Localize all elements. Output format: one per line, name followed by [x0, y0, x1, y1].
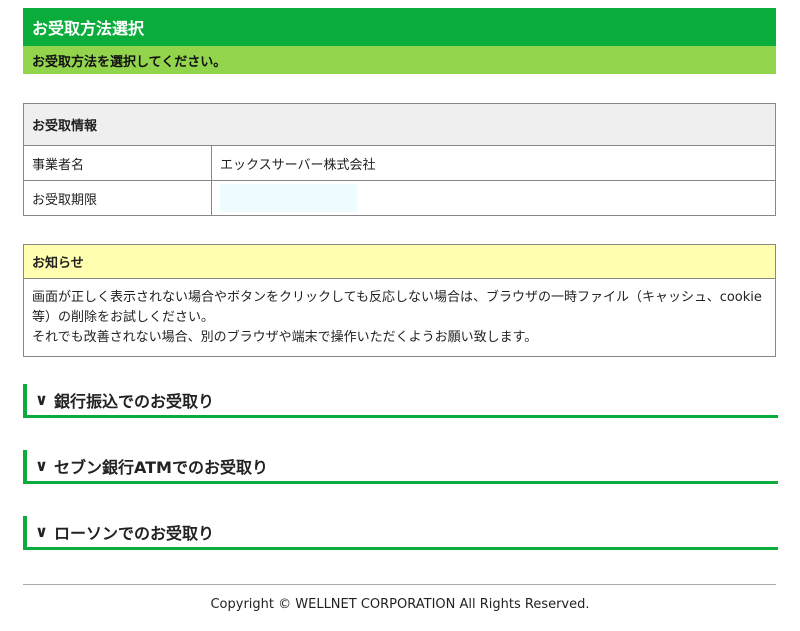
- receipt-info-heading: お受取情報: [23, 103, 776, 146]
- chevron-down-icon: ∨: [35, 456, 48, 475]
- notice-body: 画面が正しく表示されない場合やボタンをクリックしても反応しない場合は、ブラウザの…: [24, 279, 775, 356]
- page-container: お受取方法選択 お受取方法を選択してください。 お受取情報 事業者名 エックスサ…: [23, 8, 778, 550]
- seven-bank-atm-accordion[interactable]: ∨ セブン銀行ATMでのお受取り: [23, 450, 778, 484]
- notice-text-2: それでも改善されない場合、別のブラウザや端末で操作いただくようお願い致します。: [32, 330, 538, 345]
- receipt-info-table: お受取情報 事業者名 エックスサーバー株式会社 お受取期限: [23, 103, 776, 216]
- table-row: 事業者名 エックスサーバー株式会社: [23, 145, 776, 181]
- deadline-cell: [211, 180, 776, 216]
- bank-transfer-label: 銀行振込でのお受取り: [54, 391, 215, 411]
- chevron-down-icon: ∨: [35, 522, 48, 541]
- notice-heading: お知らせ: [24, 245, 775, 279]
- table-row: お受取期限: [23, 180, 776, 216]
- footer-copyright: Copyright © WELLNET CORPORATION All Righ…: [210, 597, 590, 612]
- business-name-label: 事業者名: [23, 145, 212, 181]
- seven-bank-atm-label: セブン銀行ATMでのお受取り: [54, 457, 268, 477]
- page-title: お受取方法選択: [23, 8, 776, 46]
- notice-text-1: 画面が正しく表示されない場合やボタンをクリックしても反応しない場合は、ブラウザの…: [32, 290, 762, 325]
- lawson-label: ローソンでのお受取り: [54, 523, 215, 543]
- deadline-value: [220, 184, 357, 212]
- notice-panel: お知らせ 画面が正しく表示されない場合やボタンをクリックしても反応しない場合は、…: [23, 244, 776, 357]
- chevron-down-icon: ∨: [35, 390, 48, 409]
- bank-transfer-accordion[interactable]: ∨ 銀行振込でのお受取り: [23, 384, 778, 418]
- lawson-accordion[interactable]: ∨ ローソンでのお受取り: [23, 516, 778, 550]
- footer-divider: [23, 584, 776, 585]
- business-name-value: エックスサーバー株式会社: [211, 145, 776, 181]
- deadline-label: お受取期限: [23, 180, 212, 216]
- page-subtitle: お受取方法を選択してください。: [23, 46, 776, 74]
